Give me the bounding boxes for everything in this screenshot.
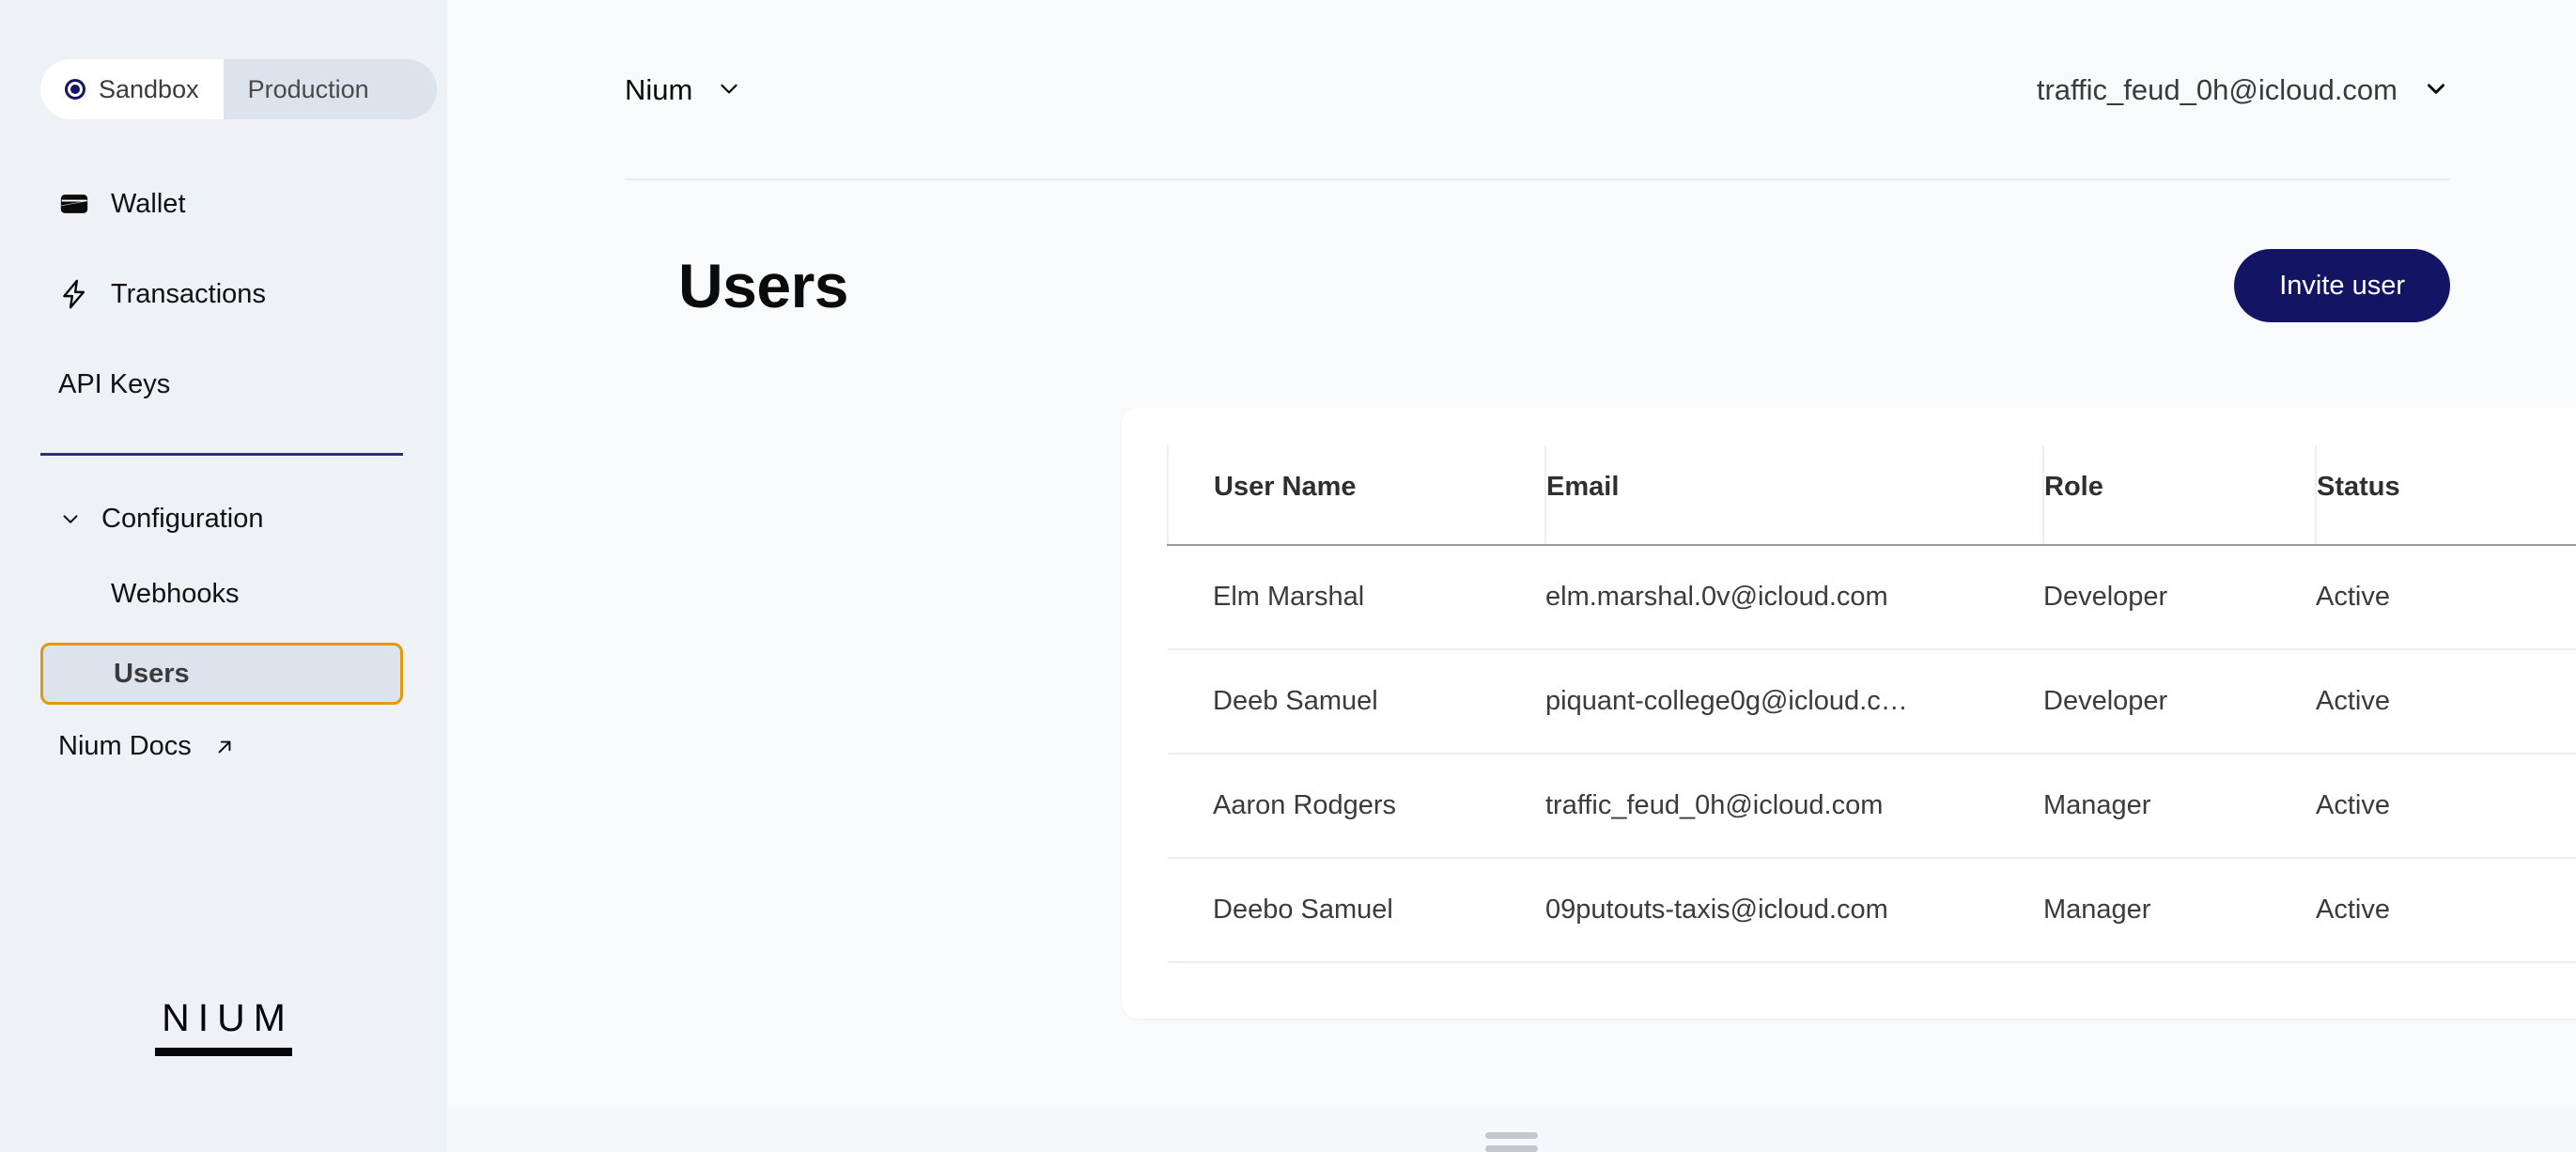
account-email-label: traffic_feud_0h@icloud.com bbox=[2036, 73, 2398, 106]
cell-status: Active bbox=[2316, 649, 2576, 755]
table-row: Deebo Samuel 09putouts-taxis@icloud.com … bbox=[1168, 858, 2576, 963]
sidebar-item-wallet-label: Wallet bbox=[111, 188, 186, 219]
resize-handle[interactable] bbox=[1485, 1132, 1538, 1152]
nium-logo-underline bbox=[155, 1048, 292, 1056]
users-table-body: Elm Marshal elm.marshal.0v@icloud.com De… bbox=[1168, 545, 2576, 963]
chevron-down-icon bbox=[715, 74, 743, 107]
primary-nav: Wallet Transactions API Keys bbox=[0, 175, 447, 445]
table-header-row: User Name Email Role Status Actions bbox=[1167, 445, 2576, 546]
sidebar-item-api-keys[interactable]: API Keys bbox=[0, 355, 447, 413]
cell-status: Active bbox=[2316, 754, 2576, 859]
environment-option-production[interactable]: Production bbox=[224, 59, 394, 119]
environment-option-sandbox-label: Sandbox bbox=[99, 74, 199, 103]
external-link-icon bbox=[212, 735, 237, 759]
configuration-group: Configuration Webhooks Users bbox=[0, 492, 447, 705]
users-card: User Name Email Role Status Actions Elm … bbox=[1122, 408, 2576, 1019]
cell-email: elm.marshal.0v@icloud.com bbox=[1545, 545, 2043, 650]
sidebar-item-api-keys-label: API Keys bbox=[58, 368, 171, 399]
cell-role: Developer bbox=[2043, 545, 2316, 650]
resize-handle-bar bbox=[1485, 1132, 1538, 1139]
invite-user-button[interactable]: Invite user bbox=[2234, 249, 2450, 322]
users-table-head: User Name Email Role Status Actions bbox=[1167, 445, 2576, 546]
sidebar-item-nium-docs[interactable]: Nium Docs bbox=[58, 731, 237, 762]
cell-status: Active bbox=[2316, 858, 2576, 963]
app-root: Sandbox Production Wallet Transactions A… bbox=[0, 0, 2576, 1152]
topbar: Nium traffic_feud_0h@icloud.com bbox=[447, 0, 2576, 180]
cell-email: piquant-college0g@icloud.c… bbox=[1545, 649, 2043, 755]
sidebar-item-webhooks[interactable]: Webhooks bbox=[0, 568, 447, 620]
cell-email: 09putouts-taxis@icloud.com bbox=[1545, 858, 2043, 963]
cell-status: Active bbox=[2316, 545, 2576, 650]
table-row: Aaron Rodgers traffic_feud_0h@icloud.com… bbox=[1168, 754, 2576, 859]
page-title: Users bbox=[678, 251, 848, 320]
lightning-bolt-icon bbox=[58, 278, 90, 310]
cell-email: traffic_feud_0h@icloud.com bbox=[1545, 754, 2043, 859]
org-switcher-label: Nium bbox=[625, 73, 693, 106]
environment-toggle[interactable]: Sandbox Production bbox=[40, 59, 437, 119]
nium-logo: NIUM bbox=[0, 996, 447, 1056]
environment-option-production-label: Production bbox=[247, 74, 369, 103]
column-header-role[interactable]: Role bbox=[2042, 445, 2316, 546]
table-row: Elm Marshal elm.marshal.0v@icloud.com De… bbox=[1168, 545, 2576, 650]
resize-handle-bar bbox=[1485, 1145, 1538, 1152]
chevron-down-icon bbox=[2422, 74, 2450, 107]
table-row: Deeb Samuel piquant-college0g@icloud.c… … bbox=[1168, 649, 2576, 755]
sidebar-item-transactions-label: Transactions bbox=[111, 278, 266, 309]
sidebar-item-configuration[interactable]: Configuration bbox=[0, 492, 447, 545]
cell-role: Manager bbox=[2043, 858, 2316, 963]
chevron-down-icon bbox=[58, 506, 83, 531]
column-header-email[interactable]: Email bbox=[1544, 445, 2043, 546]
wallet-icon bbox=[58, 188, 90, 220]
main-content: Nium traffic_feud_0h@icloud.com Users In… bbox=[447, 0, 2576, 1152]
cell-user-name: Aaron Rodgers bbox=[1168, 754, 1545, 859]
column-header-status[interactable]: Status bbox=[2315, 445, 2576, 546]
cell-user-name: Deebo Samuel bbox=[1168, 858, 1545, 963]
org-switcher[interactable]: Nium bbox=[625, 73, 743, 107]
sidebar-item-users[interactable]: Users bbox=[40, 643, 403, 705]
sidebar-item-webhooks-label: Webhooks bbox=[111, 578, 240, 609]
page-header: Users Invite user bbox=[447, 242, 2576, 329]
radio-selected-icon bbox=[65, 79, 85, 100]
sidebar-item-configuration-label: Configuration bbox=[101, 503, 264, 534]
column-header-user-name[interactable]: User Name bbox=[1167, 445, 1545, 546]
sidebar-divider bbox=[40, 453, 403, 456]
sidebar-item-transactions[interactable]: Transactions bbox=[0, 265, 447, 323]
cell-user-name: Deeb Samuel bbox=[1168, 649, 1545, 755]
cell-role: Developer bbox=[2043, 649, 2316, 755]
account-menu[interactable]: traffic_feud_0h@icloud.com bbox=[2037, 73, 2450, 107]
users-table: User Name Email Role Status Actions Elm … bbox=[1167, 445, 2576, 963]
sidebar-item-nium-docs-label: Nium Docs bbox=[58, 731, 192, 761]
cell-role: Manager bbox=[2043, 754, 2316, 859]
sidebar-item-wallet[interactable]: Wallet bbox=[0, 175, 447, 233]
sidebar-item-users-label: Users bbox=[114, 658, 190, 689]
nium-logo-text: NIUM bbox=[162, 996, 294, 1039]
cell-user-name: Elm Marshal bbox=[1168, 545, 1545, 650]
environment-option-sandbox[interactable]: Sandbox bbox=[40, 59, 224, 119]
sidebar: Sandbox Production Wallet Transactions A… bbox=[0, 0, 447, 1152]
